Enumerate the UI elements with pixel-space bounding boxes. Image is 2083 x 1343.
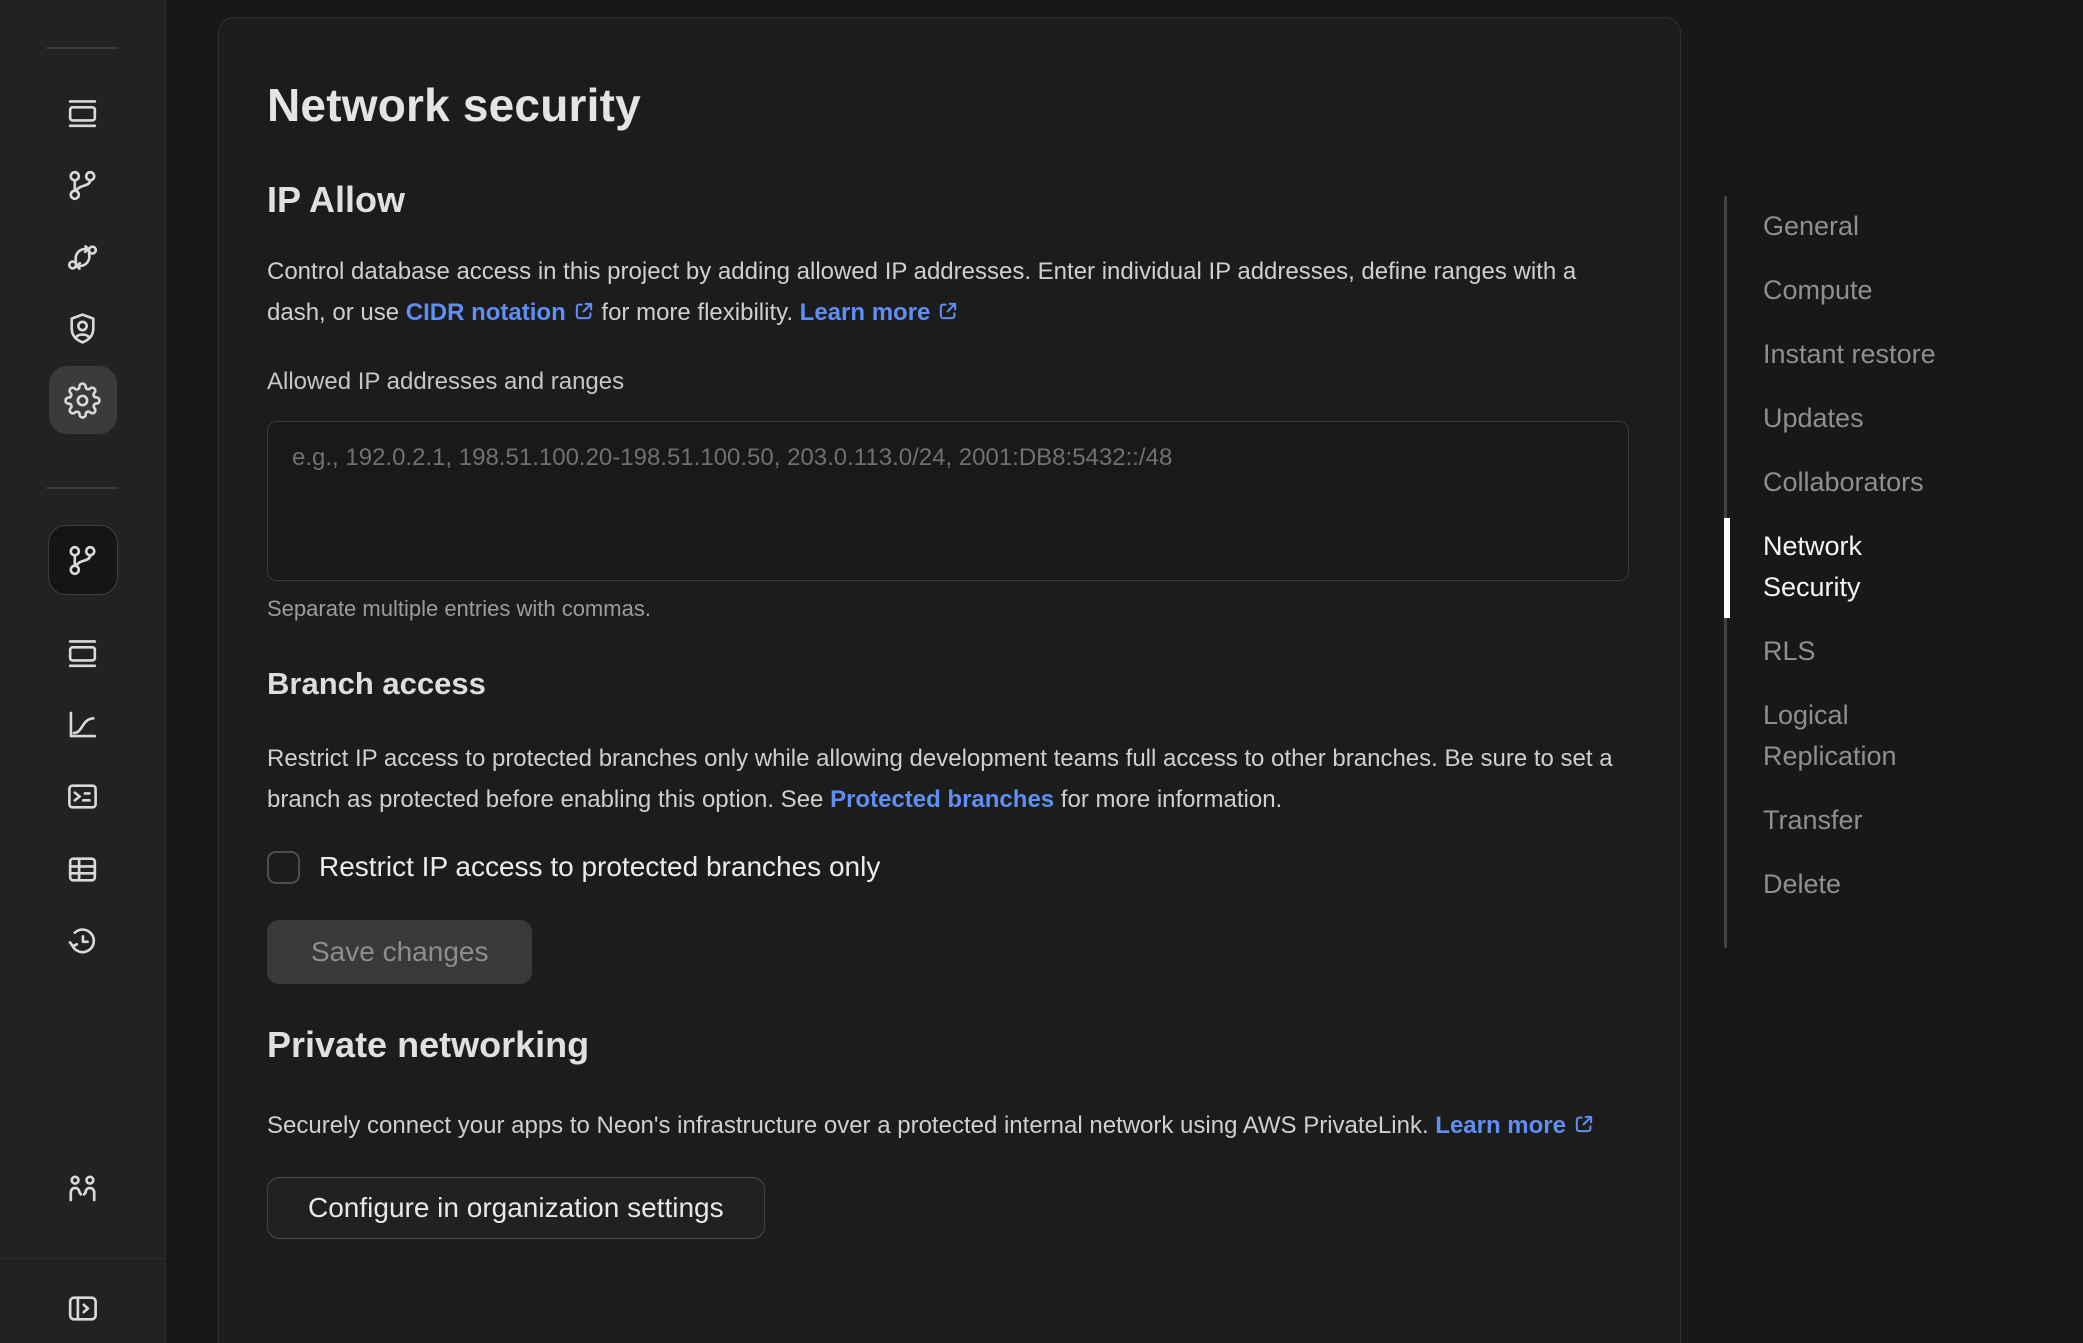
dashboard-icon[interactable] xyxy=(59,629,107,677)
branch-access-desc-text: for more information. xyxy=(1054,786,1282,813)
integrations-icon[interactable] xyxy=(59,233,107,281)
configure-org-settings-button[interactable]: Configure in organization settings xyxy=(267,1177,765,1239)
tables-icon[interactable] xyxy=(59,845,107,893)
ip-allow-description: Control database access in this project … xyxy=(267,251,1629,333)
settings-section-nav: General Compute Instant restore Updates … xyxy=(1724,196,1984,905)
nav-item-general[interactable]: General xyxy=(1763,206,1948,247)
nav-item-collaborators[interactable]: Collaborators xyxy=(1763,462,1948,503)
nav-item-rls[interactable]: RLS xyxy=(1763,631,1948,672)
allowed-ip-input[interactable] xyxy=(267,421,1629,581)
branch-access-description: Restrict IP access to protected branches… xyxy=(267,738,1629,820)
monitoring-icon[interactable] xyxy=(59,700,107,748)
ip-allow-heading: IP Allow xyxy=(267,178,1629,222)
nav-item-compute[interactable]: Compute xyxy=(1763,270,1948,311)
nav-item-updates[interactable]: Updates xyxy=(1763,398,1948,439)
settings-panel: Network security IP Allow Control databa… xyxy=(218,17,1681,1343)
private-networking-desc-text: Securely connect your apps to Neon's inf… xyxy=(267,1112,1435,1139)
restrict-ip-checkbox-label: Restrict IP access to protected branches… xyxy=(319,850,880,884)
ip-input-helper: Separate multiple entries with commas. xyxy=(267,595,1629,623)
protected-branches-link[interactable]: Protected branches xyxy=(830,786,1054,813)
private-networking-learn-more-link[interactable]: Learn more xyxy=(1435,1112,1595,1139)
nav-item-logical-replication[interactable]: Logical Replication xyxy=(1763,695,1948,777)
nav-item-delete[interactable]: Delete xyxy=(1763,864,1948,905)
restore-history-icon[interactable] xyxy=(59,917,107,965)
roles-icon[interactable] xyxy=(59,304,107,352)
branch-access-heading: Branch access xyxy=(267,664,1629,704)
branches-icon[interactable] xyxy=(59,161,107,209)
restrict-ip-checkbox[interactable] xyxy=(267,851,300,884)
ip-allow-desc-text: for more flexibility. xyxy=(595,299,800,326)
projects-icon[interactable] xyxy=(59,89,107,137)
private-networking-description: Securely connect your apps to Neon's inf… xyxy=(267,1105,1629,1146)
left-icon-rail xyxy=(0,0,166,1343)
external-link-icon xyxy=(937,294,959,316)
rail-divider xyxy=(0,1258,166,1259)
page-title: Network security xyxy=(267,77,1629,133)
rail-divider xyxy=(46,47,118,49)
external-link-icon xyxy=(1573,1107,1595,1129)
rail-divider xyxy=(46,487,118,489)
settings-gear-icon[interactable] xyxy=(49,366,117,434)
branch-switcher-icon[interactable] xyxy=(48,525,118,595)
nav-item-transfer[interactable]: Transfer xyxy=(1763,800,1948,841)
cidr-notation-link[interactable]: CIDR notation xyxy=(406,299,595,326)
sql-editor-icon[interactable] xyxy=(59,772,107,820)
external-link-icon xyxy=(573,294,595,316)
save-changes-button[interactable]: Save changes xyxy=(267,920,532,984)
private-networking-heading: Private networking xyxy=(267,1023,1629,1067)
collapse-sidebar-icon[interactable] xyxy=(59,1284,107,1332)
collaborators-icon[interactable] xyxy=(59,1164,107,1212)
nav-item-network-security[interactable]: Network Security xyxy=(1763,526,1948,608)
nav-item-instant-restore[interactable]: Instant restore xyxy=(1763,334,1948,375)
restrict-ip-checkbox-row[interactable]: Restrict IP access to protected branches… xyxy=(267,850,1629,884)
ip-allow-learn-more-link[interactable]: Learn more xyxy=(800,299,960,326)
allowed-ip-label: Allowed IP addresses and ranges xyxy=(267,367,1629,397)
